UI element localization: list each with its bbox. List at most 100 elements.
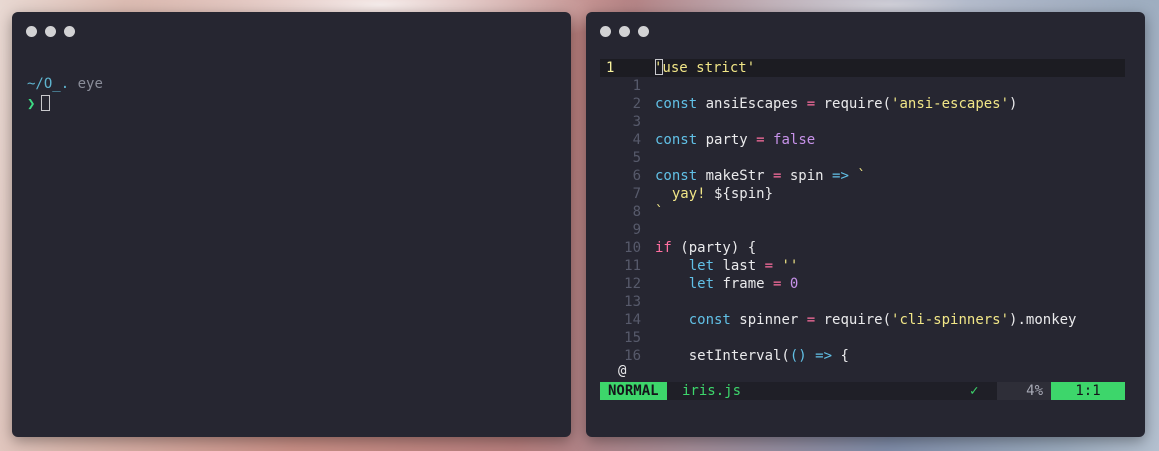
close-dot-icon[interactable] [600,26,611,37]
line-number: 16 [624,348,641,364]
editor-window-right[interactable]: 1 'use strict' 1 2 const ansiEscapes = req… [586,12,1145,437]
code-token: last [714,258,765,274]
code-line[interactable]: 6 const makeStr = spin => ` [600,167,1125,185]
code-token: const [655,168,698,184]
code-token: require( [815,96,892,112]
code-line[interactable]: 2 const ansiEscapes = require('ansi-escap… [600,95,1125,113]
code-token: let [688,276,715,292]
code-line[interactable]: 5 [600,149,1125,167]
code-editor[interactable]: 1 'use strict' 1 2 const ansiEscapes = req… [600,59,1125,365]
minimize-dot-icon[interactable] [45,26,56,37]
code-token: const [655,96,698,112]
line-number: 3 [632,114,641,130]
code-token: spinner [730,312,807,328]
code-token: => [832,168,849,184]
code-token: '' [773,258,799,274]
code-token: ).monkey [1009,312,1077,328]
code-token: setInterval( [688,348,790,364]
code-line[interactable]: 14 const spinner = require('cli-spinners… [600,311,1125,329]
code-token: party [697,132,757,148]
line-number: 12 [624,276,641,292]
code-token: const [655,132,698,148]
line-number: 4 [632,132,641,148]
line-number: 1 [606,60,615,76]
code-line[interactable]: 9 [600,221,1125,239]
prompt-symbol-icon: ❯ [27,96,36,112]
mode-indicator: NORMAL [600,382,667,400]
code-token: 0 [781,276,799,292]
terminal-cursor [41,95,51,111]
code-line[interactable]: 3 [600,113,1125,131]
vim-statusline: NORMAL iris.js ✓ 4% 1:1 [600,382,1125,400]
window-controls [600,26,649,37]
close-dot-icon[interactable] [26,26,37,37]
code-token: (party) { [671,240,757,256]
code-token: ` [655,204,664,220]
prompt-line[interactable]: ❯ [27,95,51,112]
line-number: 11 [624,258,641,274]
line-number: 13 [624,294,641,310]
maximize-dot-icon[interactable] [64,26,75,37]
line-number: 2 [632,96,641,112]
code-line[interactable]: 12 let frame = 0 [600,275,1125,293]
code-token: 'ansi-escapes' [891,96,1010,112]
line-number: 10 [624,240,641,256]
minimize-dot-icon[interactable] [619,26,630,37]
code-line[interactable]: 16 setInterval(() => { [600,347,1125,365]
code-token: require( [815,312,892,328]
terminal-window-left[interactable]: ~/O_. eye ❯ [12,12,571,437]
line-number: 7 [632,186,641,202]
code-token: spin [781,168,833,184]
code-line[interactable]: 11 let last = '' [600,257,1125,275]
code-token: 'cli-spinners' [891,312,1010,328]
cwd-path: ~/O_. [27,76,70,92]
wrap-indicator: @ [618,363,627,379]
code-token: yay! [671,186,706,202]
line-number: 15 [624,330,641,346]
code-token: { [832,348,849,364]
code-token: = [806,312,816,328]
code-token: let [688,258,715,274]
scroll-percent: 4% [997,382,1051,400]
code-token: ` [848,168,866,184]
code-token: frame [714,276,774,292]
line-number: 6 [632,168,641,184]
prompt-path: ~/O_. eye [27,76,103,92]
code-line[interactable]: 8 ` [600,203,1125,221]
line-number: 9 [632,222,641,238]
code-token: () [789,348,807,364]
code-token: = [806,96,816,112]
cwd-suffix: eye [69,76,103,92]
code-token: 'use strict' [654,60,756,76]
line-number: 1 [632,78,641,94]
code-line[interactable]: 1 [600,77,1125,95]
window-controls [26,26,75,37]
code-token: ansiEscapes [697,96,807,112]
check-icon: ✓ [970,383,979,399]
code-token: if [655,240,672,256]
code-line[interactable]: 7 yay! ${spin} [600,185,1125,203]
code-line[interactable]: 10 if (party) { [600,239,1125,257]
line-number: 5 [632,150,641,166]
maximize-dot-icon[interactable] [638,26,649,37]
filename-label: iris.js [682,383,742,399]
code-token: = [756,132,765,148]
code-token: = [764,258,774,274]
line-number: 8 [632,204,641,220]
code-token: makeStr [697,168,774,184]
code-line[interactable]: 4 const party = false [600,131,1125,149]
line-number: 14 [624,312,641,328]
code-line[interactable]: 13 [600,293,1125,311]
cursor-position: 1:1 [1051,382,1125,400]
code-line[interactable]: 1 'use strict' [600,59,1125,77]
code-token: ) [1009,96,1018,112]
code-token: => [806,348,833,364]
code-token: false [773,132,816,148]
code-token: ${spin} [705,186,774,202]
code-token: const [688,312,731,328]
code-line[interactable]: 15 [600,329,1125,347]
